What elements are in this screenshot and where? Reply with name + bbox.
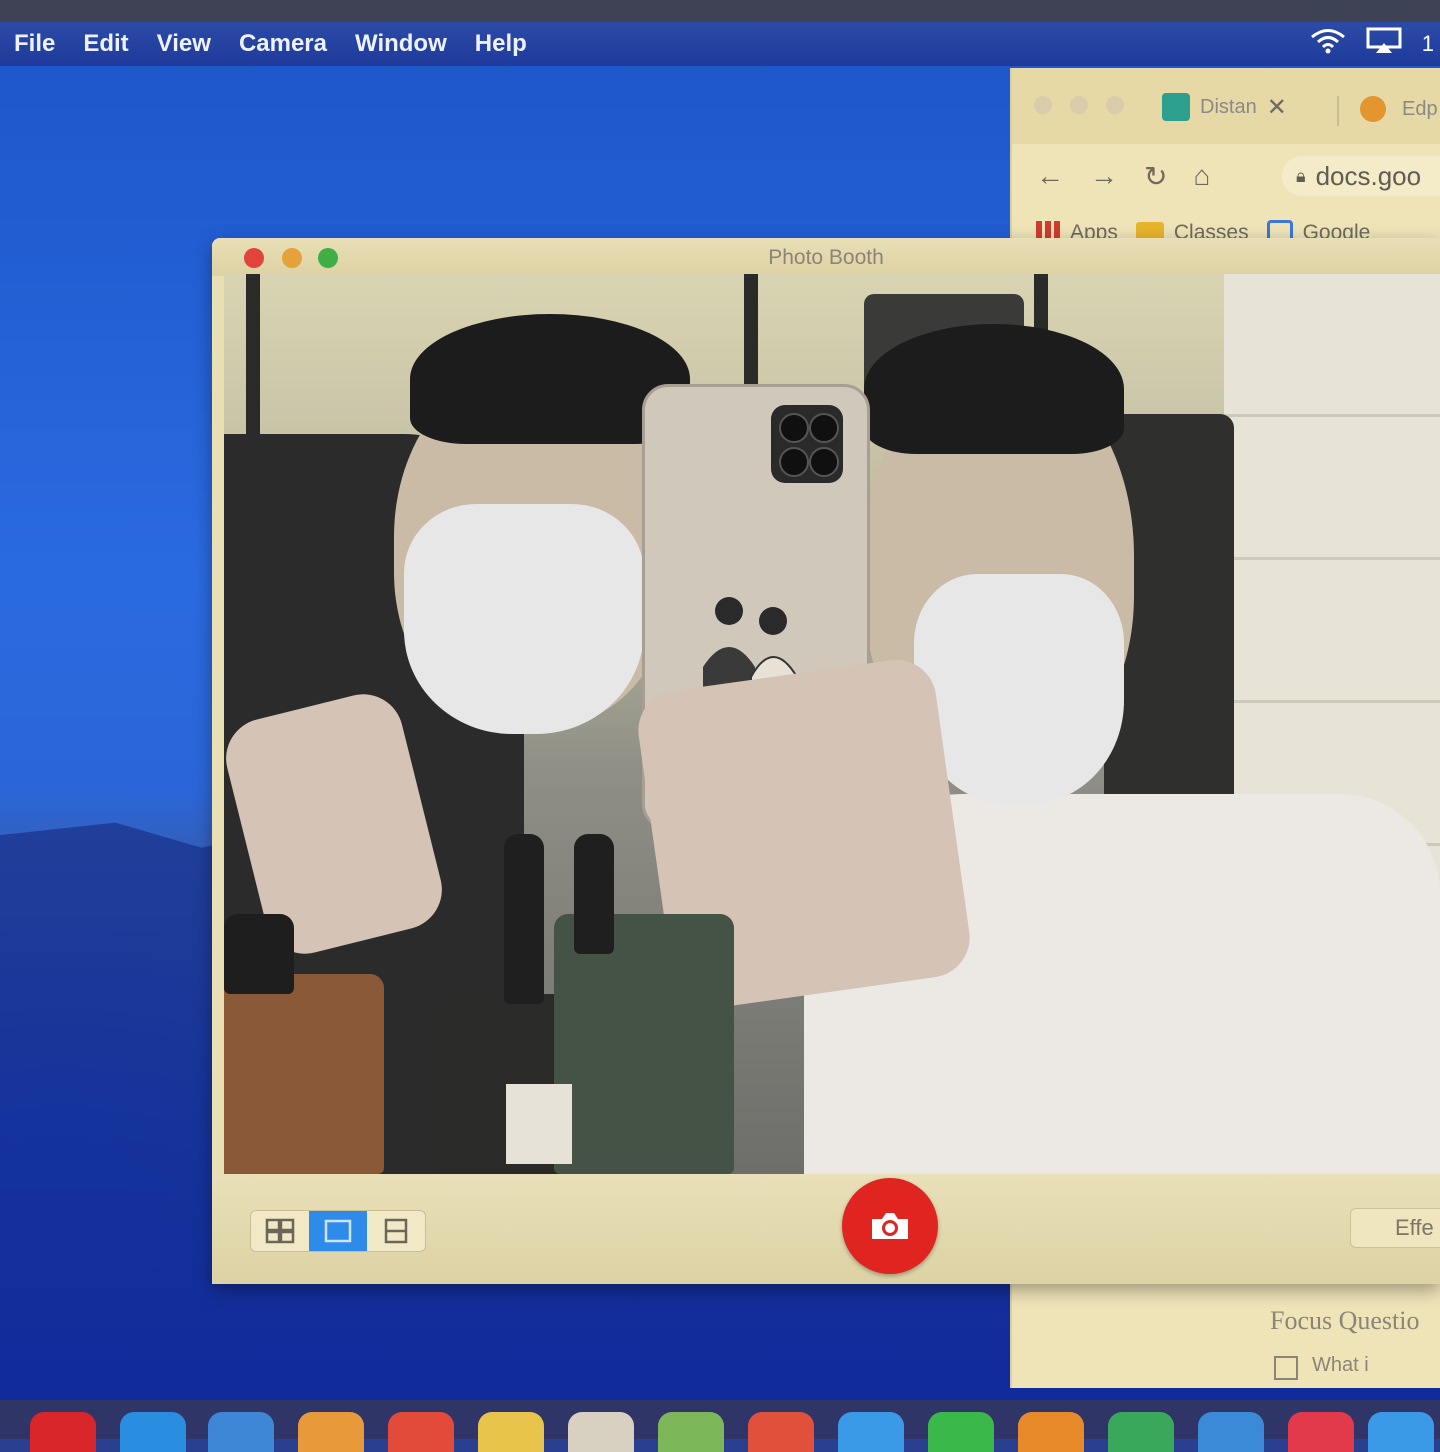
- back-arrow-icon[interactable]: ←: [1036, 160, 1064, 192]
- menu-help[interactable]: Help: [475, 30, 527, 58]
- music-icon[interactable]: [1288, 1412, 1354, 1452]
- reminders-icon[interactable]: [568, 1412, 634, 1452]
- photo-booth-window: Photo Booth Effe: [212, 238, 1440, 1284]
- lens: [779, 413, 809, 443]
- numbers-icon[interactable]: [1108, 1412, 1174, 1452]
- photo-booth-controls: Effe: [212, 1174, 1440, 1284]
- menu-file[interactable]: File: [14, 30, 55, 58]
- amber-bottle: [224, 974, 384, 1174]
- keynote-icon[interactable]: [1018, 1412, 1084, 1452]
- pump-cap: [224, 914, 294, 994]
- view-mode-segmented-control: [250, 1210, 426, 1252]
- preview-icon[interactable]: [1198, 1412, 1264, 1452]
- bottle-nozzle: [504, 834, 544, 1004]
- camera-preview: [224, 274, 1440, 1174]
- screen-bezel: [0, 0, 1440, 22]
- lens: [779, 447, 809, 477]
- photos-icon[interactable]: [298, 1412, 364, 1452]
- single-view-icon[interactable]: [309, 1211, 367, 1251]
- chrome-icon[interactable]: [748, 1412, 814, 1452]
- menu-edit[interactable]: Edit: [83, 30, 128, 58]
- camera-icon: [872, 1213, 908, 1239]
- filmstrip-view-icon[interactable]: [367, 1211, 425, 1251]
- menu-bar: File Edit View Camera Window Help 1: [0, 22, 1440, 66]
- lens: [809, 413, 839, 443]
- dock: [0, 1400, 1440, 1452]
- tab-separator: [1337, 96, 1339, 126]
- effects-label: Effe: [1395, 1215, 1434, 1240]
- tab-close-icon[interactable]: ✕: [1267, 93, 1287, 122]
- home-icon[interactable]: ⌂: [1193, 160, 1210, 192]
- document-page: Focus Questio What i: [1012, 1278, 1440, 1388]
- right-person-hair: [864, 324, 1124, 454]
- calendar-icon[interactable]: [388, 1412, 454, 1452]
- facetime-icon[interactable]: [928, 1412, 994, 1452]
- menu-clock[interactable]: 1: [1422, 31, 1434, 57]
- browser-minimize-button[interactable]: [1070, 96, 1088, 114]
- grid-view-icon[interactable]: [251, 1211, 309, 1251]
- finder-icon[interactable]: [208, 1412, 274, 1452]
- doc-line: What i: [1312, 1354, 1369, 1376]
- lock-icon: 🔒︎: [1296, 165, 1306, 186]
- classroom-tab-icon: [1162, 93, 1190, 121]
- menu-window[interactable]: Window: [355, 30, 447, 58]
- edpuzzle-tab-icon[interactable]: [1360, 96, 1386, 122]
- checkbox[interactable]: [1274, 1356, 1298, 1380]
- browser-tab-active[interactable]: Distan ✕: [1162, 90, 1287, 124]
- reload-icon[interactable]: ↻: [1144, 160, 1167, 193]
- browser-toolbar: ← → ↻ ⌂ 🔒︎ docs.goo: [1012, 144, 1440, 208]
- menu-extras: 1: [1310, 22, 1440, 66]
- left-person-mask: [404, 504, 644, 734]
- bottle-label: [506, 1084, 572, 1164]
- lens: [809, 447, 839, 477]
- effects-button[interactable]: Effe: [1350, 1208, 1440, 1248]
- browser-zoom-button[interactable]: [1106, 96, 1124, 114]
- forward-arrow-icon[interactable]: →: [1090, 160, 1118, 192]
- address-bar[interactable]: 🔒︎ docs.goo: [1282, 156, 1440, 196]
- notes-icon[interactable]: [478, 1412, 544, 1452]
- browser-close-button[interactable]: [1034, 96, 1052, 114]
- tab2-title[interactable]: Edp: [1402, 98, 1438, 121]
- browser-tab-bar: Distan ✕ Edp: [1012, 68, 1440, 144]
- menu-view[interactable]: View: [157, 30, 211, 58]
- menu-camera[interactable]: Camera: [239, 30, 327, 58]
- airplay-icon[interactable]: [1366, 27, 1402, 61]
- phone-camera-module: [771, 405, 843, 483]
- opera-icon[interactable]: [30, 1412, 96, 1452]
- address-text: docs.goo: [1315, 160, 1422, 191]
- appstore-icon[interactable]: [1368, 1412, 1434, 1452]
- wifi-icon[interactable]: [1310, 28, 1346, 60]
- doc-heading: Focus Questio: [1270, 1306, 1420, 1335]
- safari-icon[interactable]: [120, 1412, 186, 1452]
- maps-icon[interactable]: [658, 1412, 724, 1452]
- bottle-nozzle: [574, 834, 614, 954]
- tab-title: Distan: [1200, 95, 1257, 118]
- photo-booth-title-bar: Photo Booth: [212, 238, 1440, 276]
- window-title: Photo Booth: [768, 246, 884, 269]
- mail-icon[interactable]: [838, 1412, 904, 1452]
- take-photo-button[interactable]: [842, 1178, 938, 1274]
